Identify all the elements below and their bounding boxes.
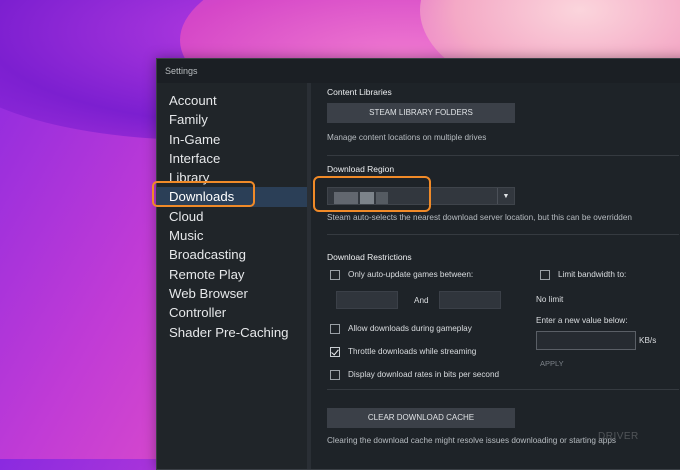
sidebar-item-family[interactable]: Family — [157, 110, 307, 129]
clear-download-cache-button[interactable]: CLEAR DOWNLOAD CACHE — [327, 408, 515, 428]
downloads-highlight — [152, 181, 255, 207]
section-divider — [327, 155, 679, 156]
sidebar-item-account[interactable]: Account — [157, 91, 307, 110]
content-libraries-description: Manage content locations on multiple dri… — [327, 133, 487, 142]
kbs-unit-label: KB/s — [639, 336, 657, 345]
allow-downloads-gameplay-label: Allow downloads during gameplay — [348, 324, 472, 333]
bits-per-second-checkbox[interactable] — [330, 370, 340, 380]
sidebar-item-broadcasting[interactable]: Broadcasting — [157, 245, 307, 264]
auto-update-label: Only auto-update games between: — [348, 270, 474, 279]
allow-downloads-gameplay-checkbox[interactable] — [330, 324, 340, 334]
enter-value-label: Enter a new value below: — [536, 316, 628, 325]
download-restrictions-title: Download Restrictions — [327, 252, 412, 262]
clear-cache-description: Clearing the download cache might resolv… — [327, 436, 617, 445]
limit-bandwidth-checkbox[interactable] — [540, 270, 550, 280]
limit-bandwidth-label: Limit bandwidth to: — [558, 270, 627, 279]
bits-per-second-label: Display download rates in bits per secon… — [348, 370, 500, 379]
downloads-panel: Content Libraries STEAM LIBRARY FOLDERS … — [311, 83, 680, 469]
sidebar-item-web-browser[interactable]: Web Browser — [157, 284, 307, 303]
auto-update-start-time[interactable] — [336, 291, 398, 309]
sidebar-item-interface[interactable]: Interface — [157, 149, 307, 168]
throttle-downloads-label: Throttle downloads while streaming — [348, 347, 477, 356]
content-libraries-title: Content Libraries — [327, 87, 392, 97]
sidebar-nav: Account Family In-Game Interface Library… — [157, 91, 307, 342]
settings-sidebar: Account Family In-Game Interface Library… — [157, 83, 311, 469]
download-region-description: Steam auto-selects the nearest download … — [327, 213, 632, 222]
sidebar-item-in-game[interactable]: In-Game — [157, 130, 307, 149]
sidebar-item-cloud[interactable]: Cloud — [157, 207, 307, 226]
auto-update-end-time[interactable] — [439, 291, 501, 309]
section-divider — [327, 389, 679, 390]
sidebar-item-controller[interactable]: Controller — [157, 303, 307, 322]
sidebar-item-remote-play[interactable]: Remote Play — [157, 265, 307, 284]
chevron-down-icon[interactable]: ▼ — [497, 188, 514, 204]
download-region-title: Download Region — [327, 164, 395, 174]
section-divider — [327, 234, 679, 235]
no-limit-label: No limit — [536, 295, 564, 304]
steam-library-folders-button[interactable]: STEAM LIBRARY FOLDERS — [327, 103, 515, 123]
and-label: And — [414, 296, 429, 305]
sidebar-item-shader-pre-caching[interactable]: Shader Pre-Caching — [157, 323, 307, 342]
throttle-downloads-checkbox[interactable] — [330, 347, 340, 357]
apply-button[interactable]: APPLY — [540, 359, 564, 368]
bandwidth-limit-input[interactable] — [536, 331, 636, 350]
download-region-highlight — [313, 176, 431, 212]
watermark: DRIVER — [598, 431, 639, 442]
auto-update-checkbox[interactable] — [330, 270, 340, 280]
sidebar-item-music[interactable]: Music — [157, 226, 307, 245]
window-title: Settings — [157, 59, 680, 83]
settings-window: Settings Account Family In-Game Interfac… — [156, 58, 680, 470]
